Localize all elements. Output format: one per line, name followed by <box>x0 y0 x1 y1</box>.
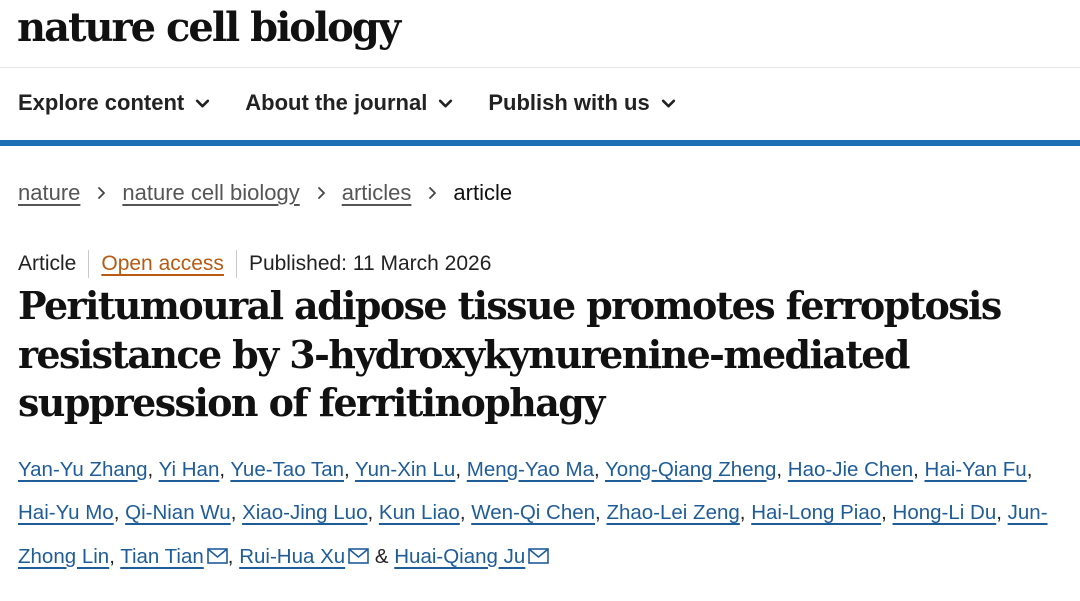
author-link[interactable]: Yan-Yu Zhang <box>18 458 148 481</box>
journal-logo[interactable]: nature cell biology <box>17 2 401 54</box>
author-link[interactable]: Qi-Nian Wu <box>125 501 231 524</box>
breadcrumb-nature[interactable]: nature <box>18 180 80 206</box>
author-link[interactable]: Kun Liao <box>379 501 460 524</box>
author-link[interactable]: Hai-Yu Mo <box>18 501 114 524</box>
chevron-right-icon <box>317 187 325 199</box>
author-list: Yan-Yu Zhang, Yi Han, Yue-Tao Tan, Yun-X… <box>18 457 1048 568</box>
author-link[interactable]: Meng-Yao Ma <box>467 458 594 481</box>
author-link[interactable]: Wen-Qi Chen <box>471 501 595 524</box>
author-link[interactable]: Huai-Qiang Ju <box>394 545 525 568</box>
breadcrumb-current: article <box>453 180 513 205</box>
site-header: nature cell biology <box>0 0 1080 68</box>
mail-icon[interactable] <box>348 547 369 564</box>
chevron-down-icon <box>439 99 453 107</box>
author-link[interactable]: Tian Tian <box>120 545 204 568</box>
open-access-link[interactable]: Open access <box>101 252 224 276</box>
chevron-down-icon <box>661 99 675 107</box>
author-link[interactable]: Zhao-Lei Zeng <box>606 501 739 524</box>
author-link[interactable]: Hao-Jie Chen <box>788 458 913 481</box>
article-title: Peritumoural adipose tissue promotes fer… <box>18 283 1002 425</box>
author-link[interactable]: Yi Han <box>159 458 220 481</box>
published-date: Published: 11 March 2026 <box>248 252 492 275</box>
nav-item-label: Explore content <box>18 90 185 115</box>
breadcrumb-articles[interactable]: articles <box>342 180 412 206</box>
article-meta: Article Open access Published: 11 March … <box>0 250 1080 278</box>
mail-icon[interactable] <box>528 547 550 564</box>
author-link[interactable]: Yue-Tao Tan <box>230 458 344 481</box>
author-link[interactable]: Yong-Qiang Zheng <box>605 458 776 481</box>
nav-item-label: Publish with us <box>488 90 650 115</box>
author-link[interactable]: Hong-Li Du <box>893 501 997 524</box>
meta-divider <box>88 250 90 278</box>
author-link[interactable]: Yun-Xin Lu <box>355 458 455 481</box>
nav-about-the-journal[interactable]: About the journal <box>245 90 453 116</box>
breadcrumb-nature-cell-biology[interactable]: nature cell biology <box>122 180 299 206</box>
chevron-right-icon <box>429 187 437 199</box>
author-link[interactable]: Hai-Long Piao <box>751 501 881 524</box>
article-type: Article <box>18 252 77 275</box>
chevron-right-icon <box>98 187 106 199</box>
mail-icon[interactable] <box>206 547 228 564</box>
author-link[interactable]: Hai-Yan Fu <box>925 458 1027 481</box>
meta-divider <box>235 250 237 278</box>
main-navigation: Explore content About the journal Publis… <box>0 68 1080 146</box>
author-link[interactable]: Rui-Hua Xu <box>239 545 345 568</box>
authors-joiner: & <box>374 544 389 568</box>
nav-item-label: About the journal <box>245 90 428 115</box>
chevron-down-icon <box>196 99 210 107</box>
author-link[interactable]: Xiao-Jing Luo <box>242 501 367 524</box>
nav-publish-with-us[interactable]: Publish with us <box>488 90 675 116</box>
breadcrumb: nature nature cell biology articles arti… <box>0 178 1080 208</box>
nav-explore-content[interactable]: Explore content <box>18 90 210 116</box>
